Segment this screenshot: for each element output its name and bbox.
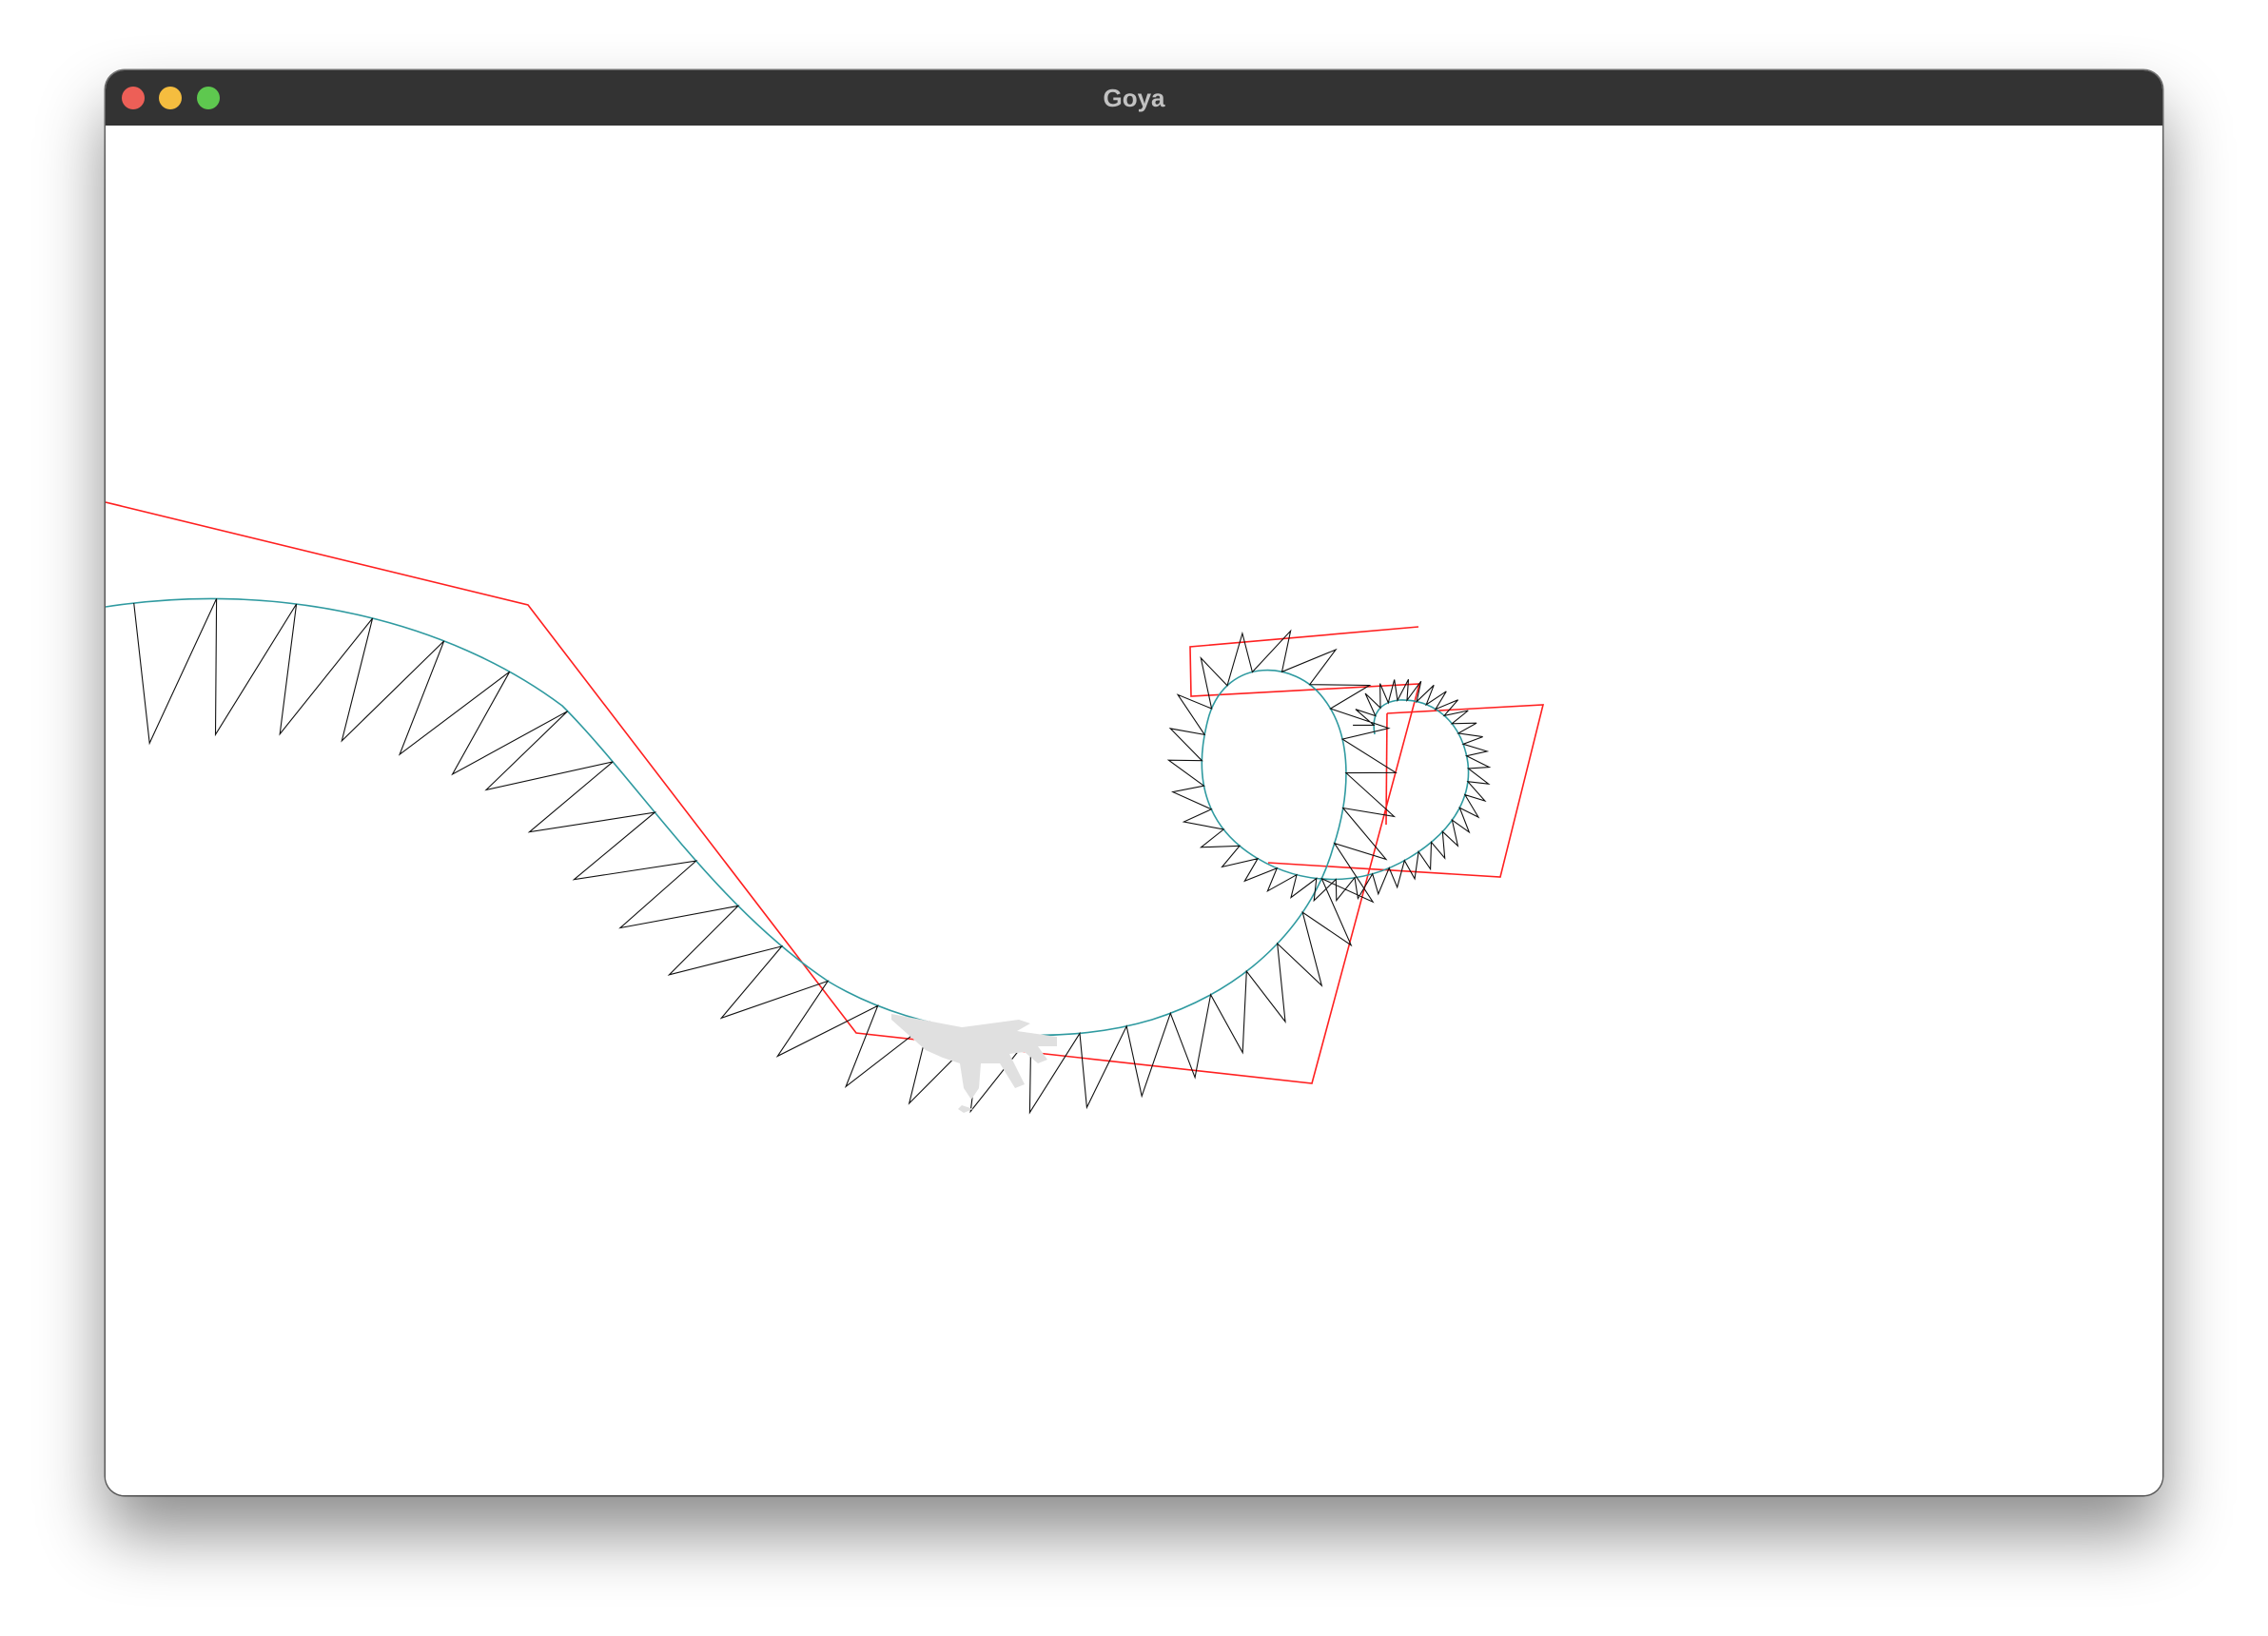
zigzag-path: [133, 598, 1492, 1115]
desktop: Goya: [0, 0, 2268, 1636]
control-polygon-right: [1267, 704, 1545, 878]
drawing-surface[interactable]: [106, 126, 2162, 1495]
control-polygon-main: [106, 501, 1421, 1084]
app-window: Goya: [106, 70, 2162, 1495]
control-polygon-link: [1385, 712, 1388, 826]
window-title: Goya: [1103, 84, 1165, 112]
drawing-canvas[interactable]: [106, 126, 2162, 1495]
spline-curve: [106, 597, 1470, 1037]
aircraft-icon[interactable]: [891, 1014, 1057, 1113]
stroke-zigzag: [133, 598, 1492, 1115]
title-bar[interactable]: Goya: [106, 70, 2162, 126]
